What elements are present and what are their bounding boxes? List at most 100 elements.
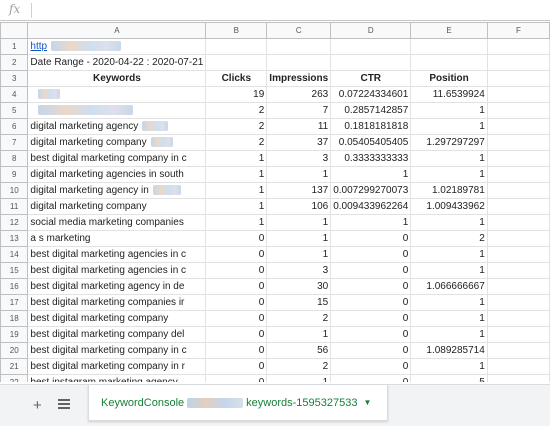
cell-f[interactable] bbox=[486, 118, 550, 135]
cell-e[interactable]: 1 bbox=[410, 102, 488, 119]
cell-c[interactable]: 11 bbox=[266, 118, 332, 135]
cell-c[interactable]: 30 bbox=[266, 278, 332, 295]
cell-e[interactable]: 5 bbox=[410, 374, 488, 382]
cell-a[interactable]: best digital marketing company in c bbox=[27, 342, 207, 359]
cell-e[interactable]: 1 bbox=[410, 166, 488, 183]
cell-f[interactable] bbox=[486, 198, 550, 215]
cell-d[interactable]: 1 bbox=[330, 214, 412, 231]
cell-e[interactable]: 1 bbox=[410, 262, 488, 279]
cell-d[interactable]: 0.3333333333 bbox=[330, 150, 412, 167]
row-number[interactable]: 11 bbox=[0, 198, 29, 215]
cell-e[interactable]: 1.089285714 bbox=[410, 342, 488, 359]
cell-c[interactable]: 15 bbox=[266, 294, 332, 311]
cell-d[interactable]: 1 bbox=[330, 166, 412, 183]
cell-d[interactable] bbox=[330, 54, 412, 71]
cell-b[interactable]: 0 bbox=[205, 358, 268, 375]
cell-d[interactable]: 0 bbox=[330, 342, 412, 359]
cell-d[interactable]: 0 bbox=[330, 326, 412, 343]
cell-a[interactable]: best digital marketing company del bbox=[27, 326, 207, 343]
cell-a[interactable]: best digital marketing agencies in c bbox=[27, 246, 207, 263]
row-number[interactable]: 6 bbox=[0, 118, 29, 135]
cell-c[interactable] bbox=[266, 38, 332, 55]
row-number[interactable]: 15 bbox=[0, 262, 29, 279]
row-number[interactable]: 12 bbox=[0, 214, 29, 231]
cell-e[interactable]: Position bbox=[410, 70, 488, 87]
cell-a[interactable]: best digital marketing company in r bbox=[27, 358, 207, 375]
cell-c[interactable]: 263 bbox=[266, 86, 332, 103]
cell-b[interactable]: 0 bbox=[205, 326, 268, 343]
cell-d[interactable]: 0 bbox=[330, 230, 412, 247]
cell-d[interactable]: 0.007299270073 bbox=[330, 182, 412, 199]
cell-f[interactable] bbox=[486, 54, 550, 71]
select-all-corner[interactable] bbox=[0, 22, 29, 39]
cell-e[interactable]: 1.066666667 bbox=[410, 278, 488, 295]
cell-b[interactable]: 0 bbox=[205, 342, 268, 359]
cell-f[interactable] bbox=[486, 214, 550, 231]
column-header-b[interactable]: B bbox=[205, 22, 268, 39]
cell-e[interactable] bbox=[410, 54, 488, 71]
cell-b[interactable]: 0 bbox=[205, 310, 268, 327]
cell-b[interactable]: 2 bbox=[205, 102, 268, 119]
cell-d[interactable]: 0.07224334601 bbox=[330, 86, 412, 103]
caret-down-icon[interactable]: ▼ bbox=[363, 398, 371, 407]
row-number[interactable]: 18 bbox=[0, 310, 29, 327]
cell-e[interactable]: 1 bbox=[410, 326, 488, 343]
column-header-d[interactable]: D bbox=[330, 22, 412, 39]
cell-a[interactable] bbox=[27, 86, 207, 103]
row-number[interactable]: 4 bbox=[0, 86, 29, 103]
cell-c[interactable] bbox=[266, 54, 332, 71]
cell-f[interactable] bbox=[486, 230, 550, 247]
cell-c[interactable]: 7 bbox=[266, 102, 332, 119]
cell-f[interactable] bbox=[486, 278, 550, 295]
cell-c[interactable]: 3 bbox=[266, 150, 332, 167]
cell-a[interactable]: digital marketing company bbox=[27, 134, 207, 151]
cell-b[interactable]: 1 bbox=[205, 214, 268, 231]
cell-b[interactable]: 19 bbox=[205, 86, 268, 103]
cell-a[interactable]: best digital marketing companies ir bbox=[27, 294, 207, 311]
cell-b[interactable]: 0 bbox=[205, 246, 268, 263]
cell-c[interactable]: 37 bbox=[266, 134, 332, 151]
cell-a[interactable]: best instagram marketing agency bbox=[27, 374, 207, 382]
cell-c[interactable]: 2 bbox=[266, 358, 332, 375]
cell-f[interactable] bbox=[486, 246, 550, 263]
column-header-e[interactable]: E bbox=[410, 22, 488, 39]
cell-a[interactable]: best digital marketing company bbox=[27, 310, 207, 327]
cell-e[interactable]: 1.009433962 bbox=[410, 198, 488, 215]
cell-b[interactable]: 0 bbox=[205, 262, 268, 279]
menu-lines-icon[interactable] bbox=[58, 399, 70, 410]
cell-f[interactable] bbox=[486, 358, 550, 375]
row-number[interactable]: 7 bbox=[0, 134, 29, 151]
cell-c[interactable]: 106 bbox=[266, 198, 332, 215]
plus-icon[interactable]: + bbox=[33, 397, 42, 414]
cell-e[interactable]: 1 bbox=[410, 294, 488, 311]
cell-c[interactable]: 1 bbox=[266, 246, 332, 263]
cell-e[interactable]: 1 bbox=[410, 246, 488, 263]
cell-a[interactable]: best digital marketing agencies in c bbox=[27, 262, 207, 279]
cell-c[interactable]: 137 bbox=[266, 182, 332, 199]
row-number[interactable]: 22 bbox=[0, 374, 29, 382]
cell-a[interactable]: social media marketing companies bbox=[27, 214, 207, 231]
cell-e[interactable]: 1 bbox=[410, 358, 488, 375]
cell-a[interactable]: digital marketing agency in bbox=[27, 182, 207, 199]
cell-b[interactable]: 1 bbox=[205, 166, 268, 183]
row-number[interactable]: 13 bbox=[0, 230, 29, 247]
cell-c[interactable]: 3 bbox=[266, 262, 332, 279]
cell-f[interactable] bbox=[486, 86, 550, 103]
cell-f[interactable] bbox=[486, 326, 550, 343]
cell-d[interactable]: 0 bbox=[330, 278, 412, 295]
cell-b[interactable] bbox=[205, 54, 268, 71]
cell-f[interactable] bbox=[486, 342, 550, 359]
cell-d[interactable]: 0.1818181818 bbox=[330, 118, 412, 135]
cell-b[interactable]: 0 bbox=[205, 294, 268, 311]
cell-a[interactable]: Date Range - 2020-04-22 : 2020-07-21 bbox=[27, 54, 207, 71]
column-header-c[interactable]: C bbox=[266, 22, 332, 39]
cell-d[interactable]: 0 bbox=[330, 262, 412, 279]
cell-b[interactable]: 0 bbox=[205, 374, 268, 382]
cell-c[interactable]: 1 bbox=[266, 230, 332, 247]
cell-e[interactable]: 1.297297297 bbox=[410, 134, 488, 151]
column-header-a[interactable]: A bbox=[27, 22, 207, 39]
row-number[interactable]: 19 bbox=[0, 326, 29, 343]
cell-f[interactable] bbox=[486, 374, 550, 382]
cell-e[interactable]: 1 bbox=[410, 118, 488, 135]
row-number[interactable]: 10 bbox=[0, 182, 29, 199]
